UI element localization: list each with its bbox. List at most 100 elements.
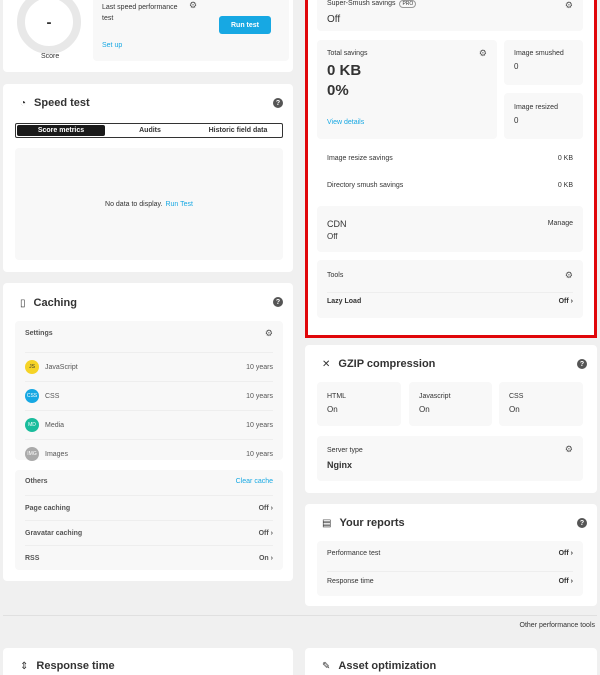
cache-item: JS JavaScript 10 years: [25, 352, 273, 381]
status-text: Off: [558, 298, 569, 305]
gauge-icon: ◔: [20, 97, 27, 109]
lazy-load-label: Lazy Load: [327, 298, 362, 305]
status-text: Off: [258, 529, 269, 537]
image-resized-box: Image resized 0: [504, 93, 583, 139]
others-list: Page caching Off › Gravatar caching Off …: [25, 495, 273, 570]
cache-item: IMG Images 10 years: [25, 439, 273, 468]
help-icon[interactable]: ?: [577, 518, 587, 528]
cache-item-value: 10 years: [246, 363, 273, 371]
image-smushed-box: Image smushed 0: [504, 40, 583, 85]
toggle-row[interactable]: Page caching Off ›: [25, 495, 273, 520]
reports-icon: ▤: [322, 517, 332, 529]
server-type-value: Nginx: [327, 460, 353, 470]
gear-icon[interactable]: ⚙: [479, 48, 487, 59]
last-test-label: Last speed performance test: [102, 4, 178, 22]
empty-state: No data to display. Run Test: [15, 148, 283, 260]
cache-item: CSS CSS 10 years: [25, 381, 273, 410]
images-icon: IMG: [25, 447, 39, 461]
reports-header: ▤ Your reports: [322, 517, 405, 529]
report-row[interactable]: Performance test Off ›: [327, 550, 573, 557]
asset-card: ✎ Asset optimization: [305, 648, 597, 675]
row-label: Gravatar caching: [25, 529, 83, 537]
empty-text: No data to display.: [105, 200, 163, 208]
tab-label: Score metrics: [37, 127, 85, 134]
cache-item-label-group: MD Media: [25, 418, 64, 432]
gear-icon[interactable]: ⚙: [565, 270, 573, 281]
score-card: - Score Last speed performance test ⚙ Se…: [3, 0, 293, 72]
cache-item-label-group: CSS CSS: [25, 389, 59, 403]
toggle-row[interactable]: RSS On ›: [25, 545, 273, 570]
gzip-item-value: On: [327, 405, 338, 414]
cdn-value: Off: [327, 232, 338, 241]
tools-label: Tools: [327, 272, 344, 279]
tools-box: Tools ⚙ Lazy Load Off ›: [317, 260, 583, 318]
gzip-header: ✕ GZIP compression: [322, 358, 435, 370]
status-text: Off: [558, 550, 569, 557]
javascript-icon: JS: [25, 360, 39, 374]
resize-savings-value: 0 KB: [557, 155, 573, 162]
lazy-load-row[interactable]: Lazy Load Off ›: [327, 292, 573, 305]
run-test-link[interactable]: Run Test: [165, 201, 193, 208]
others-header: Others Clear cache: [25, 478, 273, 485]
run-test-button[interactable]: Run test: [219, 16, 271, 34]
speed-test-header: ◔ Speed test: [20, 97, 90, 109]
last-test-box: Last speed performance test ⚙ Set up Run…: [93, 0, 289, 61]
gear-icon[interactable]: ⚙: [189, 0, 197, 11]
speed-test-card: ◔ Speed test ? Score metrics Audits Hist…: [3, 84, 293, 272]
gzip-item-value: On: [419, 405, 430, 414]
cache-item-value: 10 years: [246, 450, 273, 458]
others-label: Others: [25, 478, 48, 485]
asset-header: ✎ Asset optimization: [322, 660, 436, 672]
report-value: Off ›: [558, 578, 573, 585]
caching-title: Caching: [33, 297, 77, 309]
tab-historic[interactable]: Historic field data: [194, 124, 282, 137]
gzip-title: GZIP compression: [338, 358, 436, 370]
cdn-manage-link[interactable]: Manage: [548, 220, 573, 227]
image-resized-label: Image resized: [514, 104, 558, 111]
setup-link[interactable]: Set up: [102, 42, 122, 49]
lazy-load-value: Off ›: [558, 298, 573, 305]
row-value: Off ›: [258, 529, 273, 537]
reports-box: Performance test Off › Response time Off…: [317, 541, 583, 596]
tab-audits[interactable]: Audits: [106, 124, 194, 137]
total-savings-label: Total savings: [327, 50, 368, 57]
tab-label: Historic field data: [208, 127, 268, 134]
gear-icon[interactable]: ⚙: [565, 0, 573, 11]
toggle-row[interactable]: Gravatar caching Off ›: [25, 520, 273, 545]
cache-item-value: 10 years: [246, 421, 273, 429]
clear-cache-link[interactable]: Clear cache: [236, 478, 273, 485]
tab-score-metrics[interactable]: Score metrics: [17, 125, 105, 136]
view-details-link[interactable]: View details: [327, 119, 364, 126]
super-smush-label: Super-Smush savings PRO: [327, 0, 417, 8]
gear-icon[interactable]: ⚙: [565, 444, 573, 455]
status-text: On: [258, 554, 269, 562]
server-type-label: Server type: [327, 447, 363, 454]
response-icon: ⇕: [20, 660, 29, 672]
speed-tabs: Score metrics Audits Historic field data: [15, 123, 283, 138]
help-icon[interactable]: ?: [577, 359, 587, 369]
settings-label: Settings: [25, 330, 53, 337]
reports-title: Your reports: [339, 517, 405, 529]
status-text: Off: [258, 504, 269, 512]
help-icon[interactable]: ?: [273, 98, 283, 108]
total-kb: 0 KB: [327, 62, 362, 79]
help-icon[interactable]: ?: [273, 297, 283, 307]
gzip-item-label: Javascript: [419, 393, 451, 400]
cache-item-label-group: JS JavaScript: [25, 360, 78, 374]
gear-icon[interactable]: ⚙: [265, 328, 273, 339]
other-tools-link[interactable]: Other performance tools: [520, 622, 595, 629]
gzip-item-value: On: [509, 405, 520, 414]
super-smush-box: Super-Smush savings PRO Off ⚙: [317, 0, 583, 31]
gzip-card: ✕ GZIP compression ? HTML On Javascript …: [305, 345, 597, 493]
response-time-title: Response time: [36, 660, 115, 672]
cache-item-name: CSS: [45, 392, 60, 400]
cache-item-name: Images: [45, 450, 68, 458]
brush-icon: ✎: [322, 660, 331, 672]
settings-box: Settings ⚙ JS JavaScript 10 years CSS CS…: [15, 321, 283, 461]
report-row[interactable]: Response time Off ›: [327, 571, 573, 585]
gzip-item-label: CSS: [509, 393, 524, 400]
cache-item-value: 10 years: [246, 392, 273, 400]
image-smushed-label: Image smushed: [514, 50, 564, 57]
others-box: Others Clear cache Page caching Off › Gr…: [15, 470, 283, 570]
image-resized-value: 0: [514, 116, 519, 125]
